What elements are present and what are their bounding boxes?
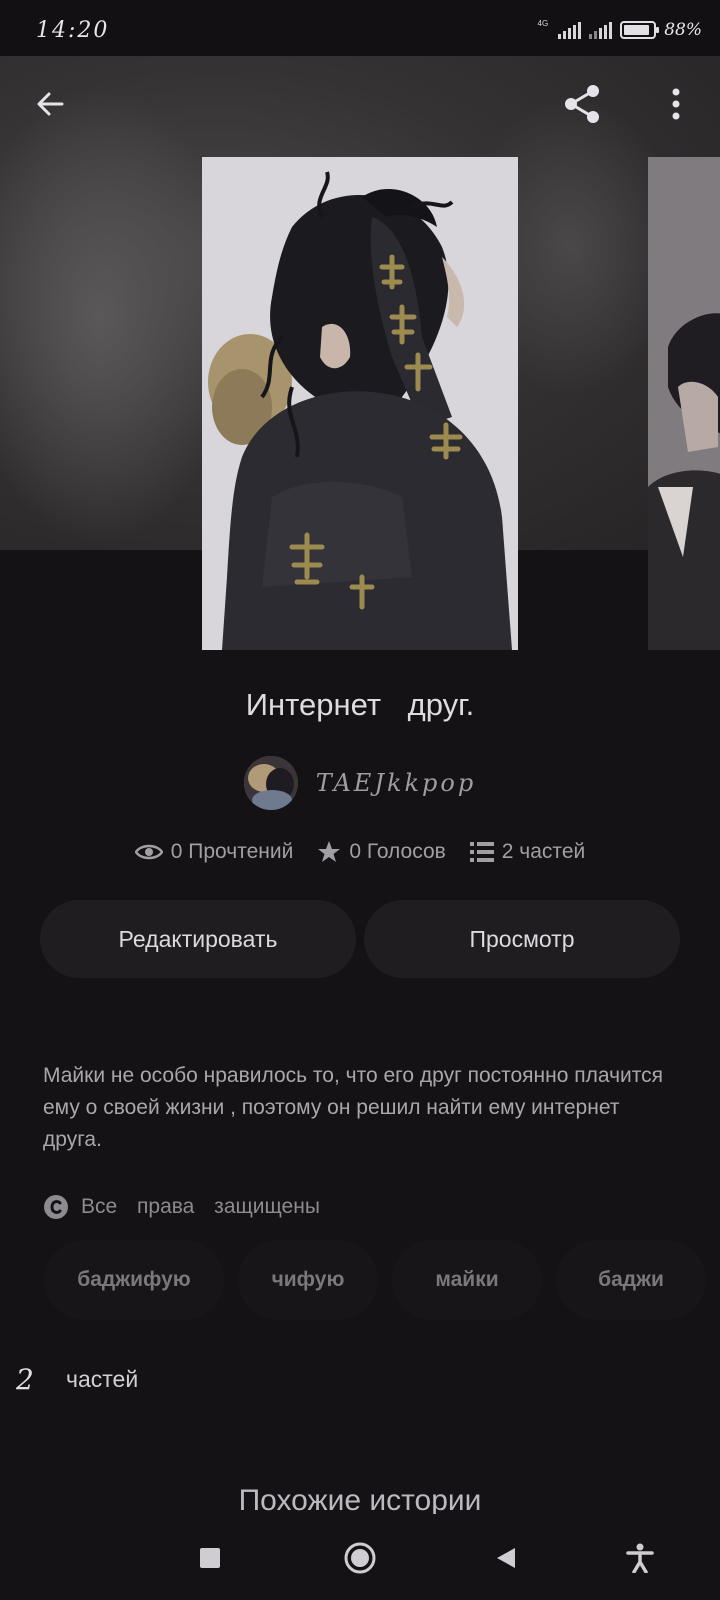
triangle-left-icon (497, 1548, 515, 1568)
reads-stat: 0 Прочтений (134, 840, 294, 864)
cover-artwork (202, 157, 518, 650)
battery-percent: 88% (664, 20, 702, 40)
edit-button[interactable]: Редактировать (40, 900, 356, 978)
next-cover-artwork (648, 157, 720, 650)
parts-stat: 2 частей (469, 840, 586, 864)
story-description: Майки не особо нравилось то, что его дру… (43, 1064, 664, 1151)
status-bar: 14:20 4G 88% (0, 0, 720, 56)
status-indicators: 4G 88% (537, 19, 702, 41)
tag-item[interactable]: баджи (556, 1240, 706, 1320)
accessibility-icon (626, 1543, 654, 1573)
avatar[interactable] (243, 756, 298, 810)
list-icon (469, 842, 494, 862)
copyright-row: Все права защищены (43, 1194, 320, 1220)
author-row[interactable]: TAEJkkpop (0, 756, 720, 810)
circle-icon (344, 1542, 376, 1574)
more-vertical-icon (672, 88, 680, 120)
battery-fill (624, 25, 649, 35)
share-button[interactable] (554, 76, 610, 132)
story-stats: 0 Прочтений 0 Голосов 2 частей (0, 840, 720, 864)
back-nav-button[interactable] (484, 1536, 528, 1580)
signal-icon (558, 21, 582, 39)
home-button[interactable] (338, 1536, 382, 1580)
recents-button[interactable] (188, 1536, 232, 1580)
reads-count: 0 Прочтений (170, 840, 294, 863)
story-cover-image[interactable] (202, 157, 518, 650)
avatar-image (243, 756, 298, 810)
parts-label: частей (66, 1366, 139, 1392)
copyright-icon (44, 1195, 68, 1219)
author-name[interactable]: TAEJkkpop (316, 769, 476, 797)
battery-icon (620, 21, 660, 39)
view-button[interactable]: Просмотр (364, 900, 680, 978)
more-options-button[interactable] (648, 76, 704, 132)
star-icon (318, 841, 341, 862)
parts-header[interactable]: 2 частей (16, 1363, 138, 1396)
accessibility-button[interactable] (618, 1536, 662, 1580)
tag-item[interactable]: чифую (238, 1240, 378, 1320)
share-icon (565, 85, 599, 123)
similar-stories-heading: Похожие истории (238, 1484, 482, 1514)
system-nav-bar (0, 1516, 720, 1600)
eye-icon (134, 844, 163, 860)
tag-list: баджифую чифую майки баджи (44, 1240, 706, 1320)
copyright-text: Все права защищены (81, 1195, 320, 1218)
votes-count: 0 Голосов (349, 840, 446, 863)
top-toolbar (0, 56, 720, 152)
votes-stat: 0 Голосов (317, 840, 446, 864)
signal-icon-secondary (589, 21, 613, 39)
status-time: 14:20 (36, 18, 110, 43)
arrow-left-icon (37, 92, 64, 116)
tag-item[interactable]: баджифую (44, 1240, 224, 1320)
back-button[interactable] (22, 76, 78, 132)
next-story-cover[interactable] (648, 157, 720, 650)
story-title: Интернет друг. (245, 687, 475, 722)
network-type-label: 4G (537, 19, 549, 28)
square-icon (200, 1548, 220, 1568)
parts-number: 2 (16, 1363, 34, 1396)
parts-count: 2 частей (501, 840, 586, 863)
tag-item[interactable]: майки (392, 1240, 542, 1320)
